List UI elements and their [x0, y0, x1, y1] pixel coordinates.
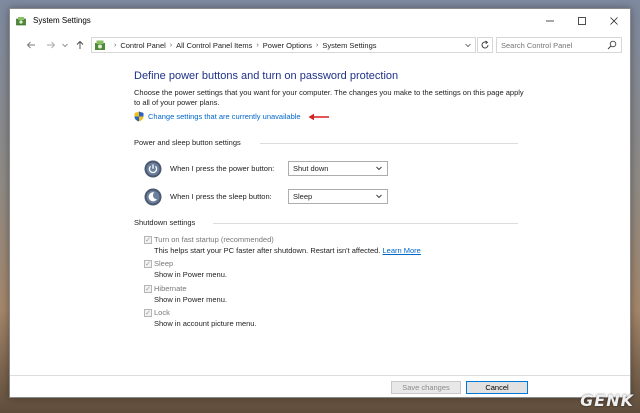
close-icon — [610, 17, 618, 25]
forward-button[interactable] — [44, 38, 58, 52]
lock-option-label: Lock — [154, 308, 170, 317]
recent-locations-button[interactable] — [60, 38, 70, 52]
navigation-row: › Control Panel › All Control Panel Item… — [10, 34, 630, 56]
power-button-icon — [144, 160, 162, 178]
up-button[interactable] — [73, 38, 87, 52]
chevron-down-icon — [375, 164, 383, 174]
sleep-button-row: When I press the sleep button: Sleep — [144, 188, 388, 206]
breadcrumb-system-settings[interactable]: System Settings — [322, 41, 376, 50]
chevron-down-icon — [62, 43, 68, 48]
uac-shield-icon — [134, 111, 144, 122]
fast-startup-description: This helps start your PC faster after sh… — [154, 246, 421, 255]
maximize-button[interactable] — [566, 9, 598, 33]
breadcrumb-separator-icon: › — [169, 41, 173, 49]
power-button-select[interactable]: Shut down — [288, 161, 388, 176]
shutdown-settings-title: Shutdown settings — [134, 218, 196, 227]
minimize-button[interactable] — [534, 9, 566, 33]
section-divider — [260, 143, 518, 144]
fast-startup-checkbox[interactable]: ✓ — [144, 236, 152, 244]
fast-startup-label: Turn on fast startup (recommended) — [154, 235, 274, 244]
lock-option-description: Show in account picture menu. — [154, 319, 257, 328]
sleep-button-icon — [144, 188, 162, 206]
breadcrumb-separator-icon: › — [256, 41, 259, 49]
power-options-icon — [16, 17, 26, 26]
power-button-row: When I press the power button: Shut down — [144, 160, 388, 178]
page-title: Define power buttons and turn on passwor… — [134, 70, 399, 82]
close-button[interactable] — [598, 9, 630, 33]
breadcrumb-control-panel[interactable]: Control Panel — [120, 41, 165, 50]
sleep-button-label: When I press the sleep button: — [170, 192, 272, 201]
search-box[interactable] — [496, 37, 622, 53]
address-dropdown-icon[interactable] — [464, 41, 472, 51]
power-settings-title: Power and sleep button settings — [134, 138, 241, 147]
address-bar[interactable]: › Control Panel › All Control Panel Item… — [91, 37, 476, 53]
minimize-icon — [546, 20, 554, 22]
search-input[interactable] — [501, 39, 605, 51]
refresh-icon — [481, 40, 489, 49]
sleep-button-value: Sleep — [293, 192, 313, 201]
system-settings-window: System Settings › Control Panel › All Co… — [9, 8, 631, 398]
title-bar: System Settings — [10, 9, 630, 33]
main-content: Define power buttons and turn on passwor… — [10, 56, 630, 376]
sleep-checkbox[interactable]: ✓ — [144, 260, 152, 268]
sleep-option-label: Sleep — [154, 259, 174, 268]
window-title: System Settings — [33, 16, 91, 25]
breadcrumb: › Control Panel › All Control Panel Item… — [110, 41, 377, 50]
search-icon[interactable] — [607, 40, 617, 50]
hibernate-checkbox[interactable]: ✓ — [144, 285, 152, 293]
breadcrumb-power-options[interactable]: Power Options — [263, 41, 312, 50]
breadcrumb-separator-icon: › — [315, 41, 319, 49]
control-panel-icon — [95, 40, 105, 50]
save-changes-button[interactable]: Save changes — [391, 381, 461, 394]
breadcrumb-separator-icon: › — [114, 41, 117, 49]
maximize-icon — [578, 17, 586, 25]
learn-more-link[interactable]: Learn More — [383, 246, 421, 255]
sleep-button-select[interactable]: Sleep — [288, 189, 388, 204]
page-description: Choose the power settings that you want … — [134, 88, 524, 107]
change-settings-link[interactable]: Change settings that are currently unava… — [134, 111, 301, 122]
lock-checkbox[interactable]: ✓ — [144, 309, 152, 317]
change-settings-link-text[interactable]: Change settings that are currently unava… — [148, 112, 301, 121]
hibernate-option-label: Hibernate — [154, 284, 187, 293]
hibernate-option-description: Show in Power menu. — [154, 295, 227, 304]
refresh-button[interactable] — [477, 37, 493, 53]
up-arrow-icon — [76, 40, 84, 49]
footer-divider — [10, 375, 630, 376]
genk-watermark-logo: GENK — [580, 391, 634, 410]
power-button-label: When I press the power button: — [170, 164, 275, 173]
red-arrow-annotation-icon — [308, 113, 329, 121]
section-divider — [213, 223, 518, 224]
cancel-button[interactable]: Cancel — [466, 381, 528, 394]
forward-arrow-icon — [47, 41, 56, 49]
back-arrow-icon — [26, 41, 35, 49]
power-button-value: Shut down — [293, 164, 329, 173]
chevron-down-icon — [375, 192, 383, 202]
sleep-option-description: Show in Power menu. — [154, 270, 227, 279]
back-button[interactable] — [24, 38, 38, 52]
breadcrumb-all-items[interactable]: All Control Panel Items — [176, 41, 252, 50]
